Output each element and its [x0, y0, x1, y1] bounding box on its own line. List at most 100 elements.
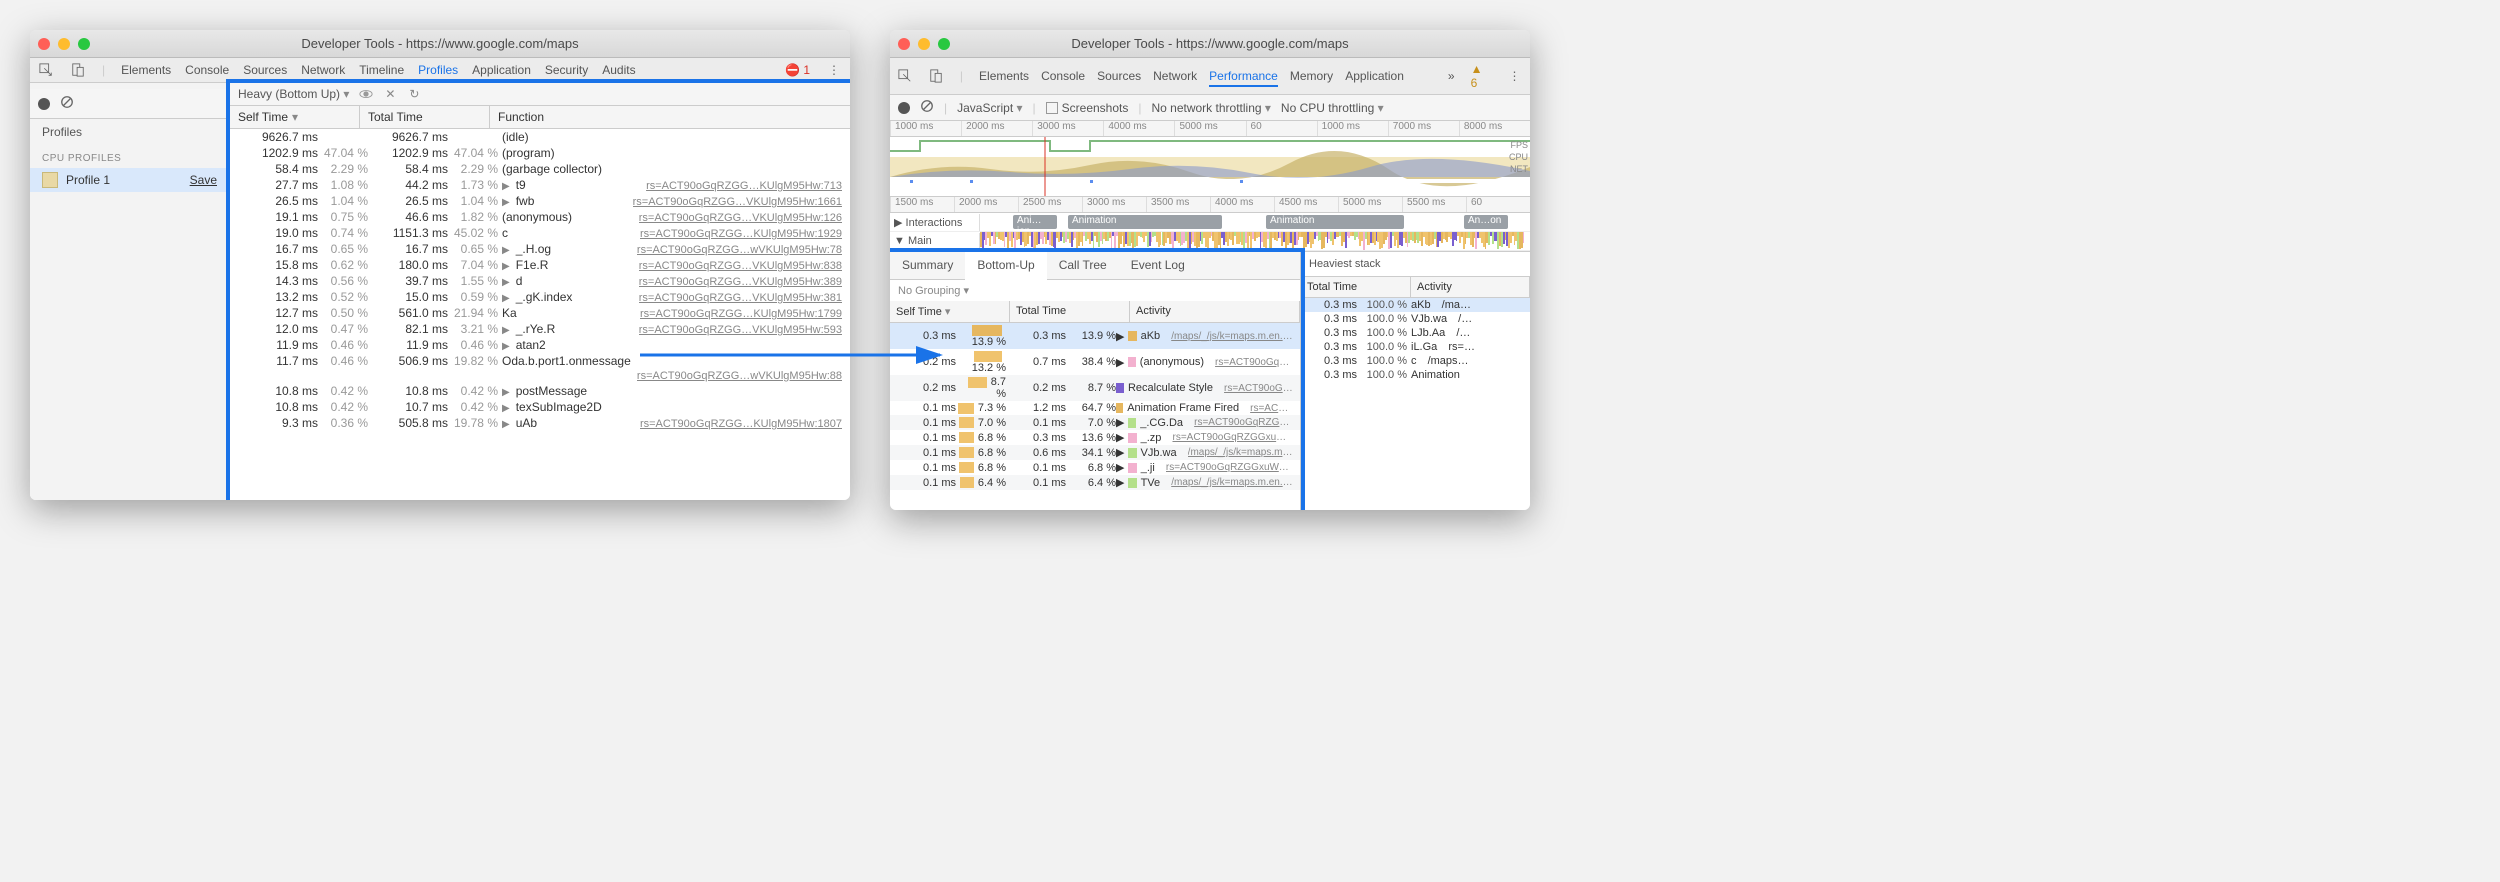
chevron-right-icon[interactable]: ▶: [1116, 431, 1124, 444]
atab-call-tree[interactable]: Call Tree: [1047, 252, 1119, 279]
col-total-time[interactable]: Total Time: [360, 106, 490, 128]
overview-ruler[interactable]: 1000 ms2000 ms3000 ms4000 ms5000 ms60100…: [890, 121, 1530, 137]
tab-timeline[interactable]: Timeline: [359, 61, 404, 79]
source-link[interactable]: rs=ACT90oGqRZGG…wVKUlgM95Hw:88: [637, 370, 842, 382]
atab-event-log[interactable]: Event Log: [1119, 252, 1197, 279]
source-link[interactable]: rs=ACT90oGqRZGGxuWo…: [1194, 417, 1294, 428]
table-row[interactable]: 19.0 ms0.74 %1151.3 ms45.02 %crs=ACT90oG…: [230, 225, 850, 241]
chevron-right-icon[interactable]: ▶: [502, 245, 510, 256]
device-icon[interactable]: [929, 68, 944, 84]
titlebar[interactable]: Developer Tools - https://www.google.com…: [890, 30, 1530, 58]
chevron-right-icon[interactable]: ▶: [502, 387, 510, 398]
table-row[interactable]: 11.9 ms0.46 %11.9 ms0.46 %▶atan2: [230, 337, 850, 353]
clear-icon[interactable]: [920, 99, 934, 116]
tab-elements[interactable]: Elements: [121, 61, 171, 79]
device-icon[interactable]: [70, 62, 86, 78]
profile-table[interactable]: 9626.7 ms9626.7 ms(idle)1202.9 ms47.04 %…: [230, 129, 850, 500]
error-badge[interactable]: ⛔ 1: [785, 63, 810, 77]
anim-block[interactable]: An…on: [1464, 215, 1508, 229]
perf-lanes[interactable]: ▶ Interactions Ani…ion Animation Animati…: [890, 213, 1530, 252]
table-row[interactable]: 19.1 ms0.75 %46.6 ms1.82 %(anonymous)rs=…: [230, 209, 850, 225]
col-function[interactable]: Function: [490, 106, 850, 128]
table-row[interactable]: 0.3 ms100.0 %c /maps…: [1301, 354, 1530, 368]
tab-console[interactable]: Console: [185, 61, 229, 79]
table-row[interactable]: 10.8 ms0.42 %10.8 ms0.42 %▶postMessage: [230, 383, 850, 399]
chevron-right-icon[interactable]: ▶: [502, 277, 510, 288]
chevron-right-icon[interactable]: ▶: [502, 181, 510, 192]
anim-block[interactable]: Animation: [1266, 215, 1404, 229]
table-row[interactable]: 0.3 ms100.0 %Animation: [1301, 368, 1530, 382]
source-link[interactable]: rs=ACT90o…: [1250, 403, 1294, 414]
source-link[interactable]: rs=ACT90oGqRZGG…VKUlgM95Hw:1661: [633, 196, 842, 208]
col-self-time[interactable]: Self Time ▾: [230, 106, 360, 128]
chevron-right-icon[interactable]: ▶: [1116, 416, 1124, 429]
hs-table[interactable]: 0.3 ms100.0 %aKb /ma…0.3 ms100.0 %VJb.wa…: [1301, 298, 1530, 382]
table-row[interactable]: 12.7 ms0.50 %561.0 ms21.94 %Kars=ACT90oG…: [230, 305, 850, 321]
tab-memory[interactable]: Memory: [1290, 67, 1333, 85]
table-row[interactable]: 9.3 ms0.36 %505.8 ms19.78 %▶uAbrs=ACT90o…: [230, 415, 850, 431]
table-row[interactable]: 58.4 ms2.29 %58.4 ms2.29 %(garbage colle…: [230, 161, 850, 177]
source-link[interactable]: /maps/_/js/k=maps.m.en.ye…: [1188, 447, 1294, 458]
source-link[interactable]: /maps/_/js/k=maps.m.en.yeALR…: [1171, 331, 1294, 342]
atab-summary[interactable]: Summary: [890, 252, 965, 279]
source-link[interactable]: rs=ACT90oGqRZGG…KUlgM95Hw:713: [646, 180, 842, 192]
clear-icon[interactable]: [60, 95, 74, 112]
detail-ruler[interactable]: 1500 ms2000 ms2500 ms3000 ms3500 ms4000 …: [890, 197, 1530, 213]
record-button[interactable]: [898, 102, 910, 114]
col-total-time[interactable]: Total Time: [1010, 301, 1130, 322]
js-select[interactable]: JavaScript ▾: [957, 101, 1022, 115]
chevron-right-icon[interactable]: ▶: [1116, 461, 1124, 474]
table-row[interactable]: 0.1 ms6.8 %0.3 ms13.6 %▶_.zp rs=ACT90oGq…: [890, 430, 1300, 445]
menu-icon[interactable]: ⋮: [826, 62, 842, 78]
table-row[interactable]: 13.2 ms0.52 %15.0 ms0.59 %▶_.gK.indexrs=…: [230, 289, 850, 305]
chevron-right-icon[interactable]: ▶: [502, 403, 510, 414]
source-link[interactable]: /…: [1458, 313, 1472, 325]
table-row[interactable]: 26.5 ms1.04 %26.5 ms1.04 %▶fwbrs=ACT90oG…: [230, 193, 850, 209]
source-link[interactable]: rs=…: [1448, 341, 1475, 353]
chevron-right-icon[interactable]: ▶: [1116, 476, 1124, 489]
table-row[interactable]: 0.1 ms6.8 %0.1 ms6.8 %▶_.ji rs=ACT90oGqR…: [890, 460, 1300, 475]
anim-block[interactable]: Animation: [1068, 215, 1222, 229]
source-link[interactable]: /maps…: [1428, 355, 1469, 367]
chevron-right-icon[interactable]: ▶: [502, 261, 510, 272]
profile-item[interactable]: Profile 1 Save: [30, 168, 229, 192]
chevron-right-icon[interactable]: ▶: [502, 419, 510, 430]
table-row[interactable]: 0.3 ms100.0 %iL.Ga rs=…: [1301, 340, 1530, 354]
overview-chart[interactable]: FPS CPU NET: [890, 137, 1530, 197]
source-link[interactable]: rs=ACT90oGqRZGG…VKUlgM95Hw:838: [639, 260, 842, 272]
table-row[interactable]: 9626.7 ms9626.7 ms(idle): [230, 129, 850, 145]
table-row[interactable]: 27.7 ms1.08 %44.2 ms1.73 %▶t9rs=ACT90oGq…: [230, 177, 850, 193]
source-link[interactable]: /ma…: [1442, 299, 1471, 311]
table-row[interactable]: 0.3 ms100.0 %LJb.Aa /…: [1301, 326, 1530, 340]
table-row[interactable]: 1202.9 ms47.04 %1202.9 ms47.04 %(program…: [230, 145, 850, 161]
view-dropdown[interactable]: Heavy (Bottom Up) ▾: [238, 87, 349, 101]
inspect-icon[interactable]: [898, 68, 913, 84]
tab-network[interactable]: Network: [1153, 67, 1197, 85]
grouping-select[interactable]: No Grouping ▾: [890, 280, 1300, 301]
chevron-right-icon[interactable]: ▶: [1116, 446, 1124, 459]
table-row[interactable]: 12.0 ms0.47 %82.1 ms3.21 %▶_.rYe.Rrs=ACT…: [230, 321, 850, 337]
table-row[interactable]: 14.3 ms0.56 %39.7 ms1.55 %▶drs=ACT90oGqR…: [230, 273, 850, 289]
source-link[interactable]: rs=ACT90oGqRZGG…KUlgM95Hw:1799: [640, 308, 842, 320]
chevron-right-icon[interactable]: ▶: [502, 325, 510, 336]
chevron-right-icon[interactable]: ▶: [502, 293, 510, 304]
tab-network[interactable]: Network: [301, 61, 345, 79]
table-row[interactable]: 0.1 ms6.4 %0.1 ms6.4 %▶TVe /maps/_/js/k=…: [890, 475, 1300, 490]
overflow-icon[interactable]: »: [1448, 69, 1455, 83]
table-row[interactable]: 10.8 ms0.42 %10.7 ms0.42 %▶texSubImage2D: [230, 399, 850, 415]
col-activity[interactable]: Activity: [1411, 277, 1530, 297]
source-link[interactable]: /…: [1456, 327, 1470, 339]
source-link[interactable]: rs=ACT90oGqRZGGx…: [1215, 357, 1294, 368]
table-row[interactable]: 0.2 ms8.7 %0.2 ms8.7 %Recalculate Style …: [890, 375, 1300, 401]
cpu-throttle[interactable]: No CPU throttling ▾: [1281, 101, 1384, 115]
reload-icon[interactable]: ↻: [407, 87, 421, 101]
interactions-lane[interactable]: ▶ Interactions: [890, 214, 980, 231]
tab-application[interactable]: Application: [1345, 67, 1404, 85]
table-row[interactable]: 0.1 ms7.0 %0.1 ms7.0 %▶_.CG.Da rs=ACT90o…: [890, 415, 1300, 430]
source-link[interactable]: rs=ACT90oGqRZGG…wVKUlgM95Hw:78: [637, 244, 842, 256]
network-throttle[interactable]: No network throttling ▾: [1151, 101, 1270, 115]
table-row[interactable]: 15.8 ms0.62 %180.0 ms7.04 %▶F1e.Rrs=ACT9…: [230, 257, 850, 273]
main-lane[interactable]: ▼ Main: [890, 233, 980, 249]
menu-icon[interactable]: ⋮: [1507, 68, 1522, 84]
save-link[interactable]: Save: [190, 173, 217, 187]
